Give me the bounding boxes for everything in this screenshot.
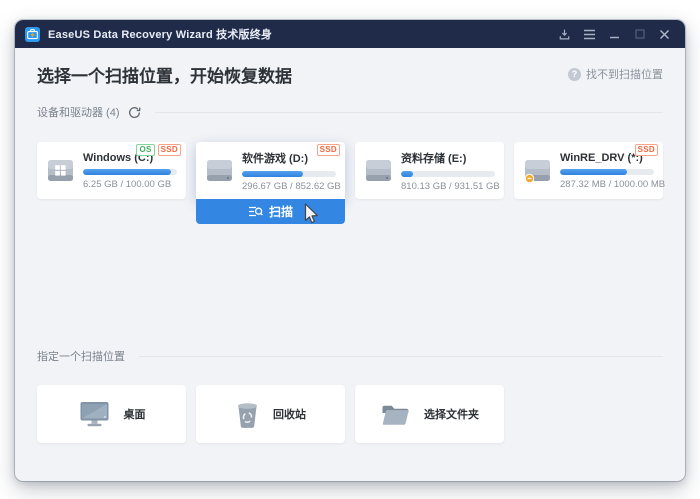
ssd-badge: SSD	[158, 144, 181, 156]
help-link-label: 找不到扫描位置	[586, 66, 663, 82]
main-content: 选择一个扫描位置，开始恢复数据 ? 找不到扫描位置 设备和驱动器 (4) OS	[15, 62, 685, 481]
page-title: 选择一个扫描位置，开始恢复数据	[37, 62, 292, 87]
drive-size: 296.67 GB / 852.62 GB	[242, 181, 336, 192]
close-button[interactable]	[652, 20, 677, 48]
help-link[interactable]: ? 找不到扫描位置	[568, 66, 663, 82]
question-icon: ?	[568, 68, 581, 81]
app-window: EaseUS Data Recovery Wizard 技术版终身	[15, 20, 685, 481]
drive-name: 资料存储 (E:)	[401, 150, 495, 166]
drive-usage-fill	[560, 169, 627, 175]
maximize-button[interactable]	[627, 20, 652, 48]
drive-card-e[interactable]: 资料存储 (E:) 810.13 GB / 931.51 GB	[355, 142, 504, 199]
divider	[155, 112, 664, 113]
drive-usage-bar	[401, 171, 495, 177]
scan-button-label: 扫描	[269, 203, 293, 220]
os-badge: OS	[136, 144, 154, 156]
no-letter-warning-icon	[525, 174, 533, 182]
folder-icon	[380, 401, 411, 427]
shortcut-card-desktop[interactable]: 桌面	[37, 385, 186, 443]
drive-usage-bar	[560, 169, 654, 175]
shortcut-card-select-folder[interactable]: 选择文件夹	[355, 385, 504, 443]
shortcut-label: 选择文件夹	[424, 406, 479, 422]
scan-icon	[248, 205, 263, 218]
scan-button[interactable]: 扫描	[196, 199, 345, 224]
hard-drive-icon	[523, 158, 552, 189]
window-controls	[552, 20, 677, 48]
hard-drive-icon	[205, 158, 234, 189]
drive-usage-fill	[401, 171, 413, 177]
drive-size: 810.13 GB / 931.51 GB	[401, 181, 495, 192]
drive-card-winre[interactable]: SSD	[514, 142, 663, 199]
drives-row: OS SSD	[37, 142, 663, 199]
update-icon[interactable]	[552, 20, 577, 48]
shortcut-label: 回收站	[273, 406, 306, 422]
drive-usage-fill	[83, 169, 171, 175]
locations-section-label: 指定一个扫描位置	[37, 348, 125, 364]
shortcuts-row: 桌面 回收站	[37, 385, 663, 443]
menu-icon[interactable]	[577, 20, 602, 48]
drive-card-c[interactable]: OS SSD	[37, 142, 186, 199]
shortcut-label: 桌面	[124, 406, 146, 422]
refresh-icon[interactable]	[128, 106, 141, 119]
shortcut-card-recycle-bin[interactable]: 回收站	[196, 385, 345, 443]
drive-usage-bar	[83, 169, 177, 175]
minimize-button[interactable]	[602, 20, 627, 48]
hard-drive-icon	[46, 158, 75, 189]
drive-usage-fill	[242, 171, 303, 177]
devices-section-label: 设备和驱动器 (4)	[37, 104, 120, 120]
drive-size: 6.25 GB / 100.00 GB	[83, 179, 177, 190]
window-title: EaseUS Data Recovery Wizard 技术版终身	[48, 26, 272, 42]
hard-drive-icon	[364, 158, 393, 189]
recycle-bin-icon	[235, 400, 260, 429]
ssd-badge: SSD	[635, 144, 658, 156]
drive-usage-bar	[242, 171, 336, 177]
ssd-badge: SSD	[317, 144, 340, 156]
titlebar: EaseUS Data Recovery Wizard 技术版终身	[15, 20, 685, 48]
app-logo-icon	[25, 27, 40, 42]
drive-card-d[interactable]: SSD 软件游戏 (D:)	[196, 142, 345, 199]
desktop-icon	[78, 400, 111, 428]
drive-size: 287.32 MB / 1000.00 MB	[560, 179, 654, 190]
divider	[139, 356, 663, 357]
